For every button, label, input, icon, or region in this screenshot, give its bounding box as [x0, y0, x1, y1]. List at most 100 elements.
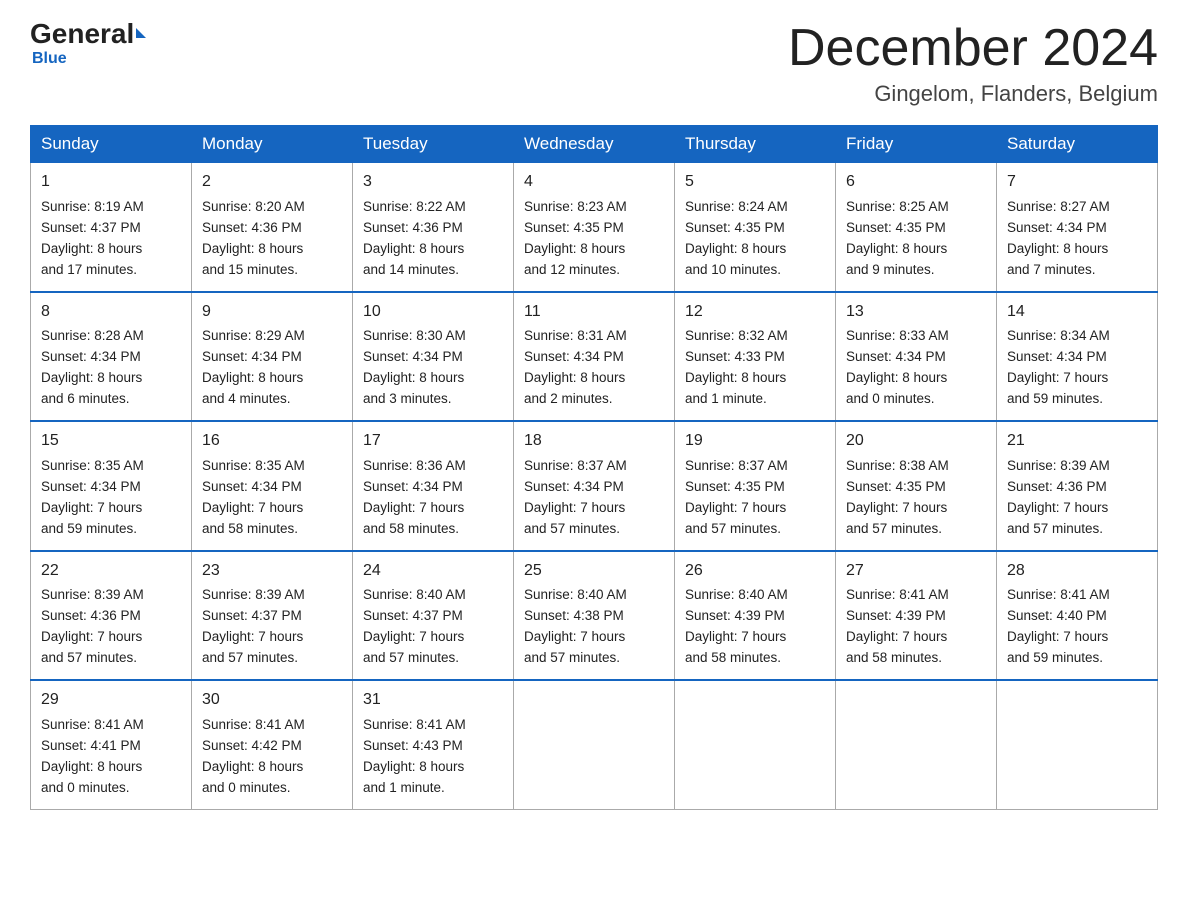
calendar-cell: 11Sunrise: 8:31 AM Sunset: 4:34 PM Dayli…	[514, 292, 675, 421]
day-number: 24	[363, 559, 503, 584]
day-number: 1	[41, 170, 181, 195]
location-title: Gingelom, Flanders, Belgium	[788, 81, 1158, 107]
day-info: Sunrise: 8:25 AM Sunset: 4:35 PM Dayligh…	[846, 197, 986, 281]
day-number: 19	[685, 429, 825, 454]
calendar-cell: 5Sunrise: 8:24 AM Sunset: 4:35 PM Daylig…	[675, 163, 836, 292]
day-number: 26	[685, 559, 825, 584]
weekday-header-row: SundayMondayTuesdayWednesdayThursdayFrid…	[31, 126, 1158, 163]
calendar-cell: 8Sunrise: 8:28 AM Sunset: 4:34 PM Daylig…	[31, 292, 192, 421]
calendar-cell: 16Sunrise: 8:35 AM Sunset: 4:34 PM Dayli…	[192, 421, 353, 550]
day-info: Sunrise: 8:34 AM Sunset: 4:34 PM Dayligh…	[1007, 326, 1147, 410]
day-number: 13	[846, 300, 986, 325]
calendar-cell: 31Sunrise: 8:41 AM Sunset: 4:43 PM Dayli…	[353, 680, 514, 809]
weekday-header-sunday: Sunday	[31, 126, 192, 163]
logo-text: General	[30, 20, 146, 48]
calendar-cell: 19Sunrise: 8:37 AM Sunset: 4:35 PM Dayli…	[675, 421, 836, 550]
day-info: Sunrise: 8:35 AM Sunset: 4:34 PM Dayligh…	[202, 456, 342, 540]
weekday-header-friday: Friday	[836, 126, 997, 163]
day-info: Sunrise: 8:22 AM Sunset: 4:36 PM Dayligh…	[363, 197, 503, 281]
weekday-header-thursday: Thursday	[675, 126, 836, 163]
page-header: General Blue December 2024 Gingelom, Fla…	[30, 20, 1158, 107]
day-info: Sunrise: 8:41 AM Sunset: 4:41 PM Dayligh…	[41, 715, 181, 799]
day-number: 4	[524, 170, 664, 195]
logo-blue-text: Blue	[32, 50, 67, 68]
week-row-1: 1Sunrise: 8:19 AM Sunset: 4:37 PM Daylig…	[31, 163, 1158, 292]
day-number: 20	[846, 429, 986, 454]
calendar-cell: 6Sunrise: 8:25 AM Sunset: 4:35 PM Daylig…	[836, 163, 997, 292]
day-number: 15	[41, 429, 181, 454]
day-number: 18	[524, 429, 664, 454]
day-number: 10	[363, 300, 503, 325]
calendar-cell: 18Sunrise: 8:37 AM Sunset: 4:34 PM Dayli…	[514, 421, 675, 550]
day-number: 5	[685, 170, 825, 195]
day-info: Sunrise: 8:40 AM Sunset: 4:39 PM Dayligh…	[685, 585, 825, 669]
day-number: 17	[363, 429, 503, 454]
day-number: 22	[41, 559, 181, 584]
day-number: 29	[41, 688, 181, 713]
day-info: Sunrise: 8:29 AM Sunset: 4:34 PM Dayligh…	[202, 326, 342, 410]
calendar-cell: 27Sunrise: 8:41 AM Sunset: 4:39 PM Dayli…	[836, 551, 997, 680]
week-row-5: 29Sunrise: 8:41 AM Sunset: 4:41 PM Dayli…	[31, 680, 1158, 809]
day-info: Sunrise: 8:41 AM Sunset: 4:40 PM Dayligh…	[1007, 585, 1147, 669]
calendar-cell: 9Sunrise: 8:29 AM Sunset: 4:34 PM Daylig…	[192, 292, 353, 421]
calendar-cell: 1Sunrise: 8:19 AM Sunset: 4:37 PM Daylig…	[31, 163, 192, 292]
calendar-table: SundayMondayTuesdayWednesdayThursdayFrid…	[30, 125, 1158, 809]
calendar-cell: 21Sunrise: 8:39 AM Sunset: 4:36 PM Dayli…	[997, 421, 1158, 550]
day-number: 3	[363, 170, 503, 195]
day-number: 6	[846, 170, 986, 195]
calendar-cell: 17Sunrise: 8:36 AM Sunset: 4:34 PM Dayli…	[353, 421, 514, 550]
calendar-cell: 15Sunrise: 8:35 AM Sunset: 4:34 PM Dayli…	[31, 421, 192, 550]
month-title: December 2024	[788, 20, 1158, 77]
calendar-cell: 12Sunrise: 8:32 AM Sunset: 4:33 PM Dayli…	[675, 292, 836, 421]
weekday-header-wednesday: Wednesday	[514, 126, 675, 163]
calendar-cell	[836, 680, 997, 809]
day-info: Sunrise: 8:40 AM Sunset: 4:37 PM Dayligh…	[363, 585, 503, 669]
day-info: Sunrise: 8:39 AM Sunset: 4:37 PM Dayligh…	[202, 585, 342, 669]
week-row-3: 15Sunrise: 8:35 AM Sunset: 4:34 PM Dayli…	[31, 421, 1158, 550]
day-number: 31	[363, 688, 503, 713]
calendar-cell: 14Sunrise: 8:34 AM Sunset: 4:34 PM Dayli…	[997, 292, 1158, 421]
day-info: Sunrise: 8:36 AM Sunset: 4:34 PM Dayligh…	[363, 456, 503, 540]
title-area: December 2024 Gingelom, Flanders, Belgiu…	[788, 20, 1158, 107]
calendar-cell	[514, 680, 675, 809]
day-number: 23	[202, 559, 342, 584]
day-number: 14	[1007, 300, 1147, 325]
day-info: Sunrise: 8:38 AM Sunset: 4:35 PM Dayligh…	[846, 456, 986, 540]
day-number: 7	[1007, 170, 1147, 195]
day-info: Sunrise: 8:41 AM Sunset: 4:43 PM Dayligh…	[363, 715, 503, 799]
calendar-cell: 28Sunrise: 8:41 AM Sunset: 4:40 PM Dayli…	[997, 551, 1158, 680]
calendar-cell: 24Sunrise: 8:40 AM Sunset: 4:37 PM Dayli…	[353, 551, 514, 680]
day-number: 28	[1007, 559, 1147, 584]
weekday-header-saturday: Saturday	[997, 126, 1158, 163]
day-info: Sunrise: 8:27 AM Sunset: 4:34 PM Dayligh…	[1007, 197, 1147, 281]
calendar-cell: 30Sunrise: 8:41 AM Sunset: 4:42 PM Dayli…	[192, 680, 353, 809]
day-info: Sunrise: 8:35 AM Sunset: 4:34 PM Dayligh…	[41, 456, 181, 540]
day-info: Sunrise: 8:39 AM Sunset: 4:36 PM Dayligh…	[1007, 456, 1147, 540]
calendar-cell: 26Sunrise: 8:40 AM Sunset: 4:39 PM Dayli…	[675, 551, 836, 680]
weekday-header-monday: Monday	[192, 126, 353, 163]
calendar-cell: 2Sunrise: 8:20 AM Sunset: 4:36 PM Daylig…	[192, 163, 353, 292]
day-info: Sunrise: 8:28 AM Sunset: 4:34 PM Dayligh…	[41, 326, 181, 410]
calendar-cell: 25Sunrise: 8:40 AM Sunset: 4:38 PM Dayli…	[514, 551, 675, 680]
calendar-cell: 23Sunrise: 8:39 AM Sunset: 4:37 PM Dayli…	[192, 551, 353, 680]
logo-triangle-icon	[136, 28, 146, 38]
calendar-cell: 29Sunrise: 8:41 AM Sunset: 4:41 PM Dayli…	[31, 680, 192, 809]
day-number: 21	[1007, 429, 1147, 454]
day-number: 2	[202, 170, 342, 195]
calendar-cell: 10Sunrise: 8:30 AM Sunset: 4:34 PM Dayli…	[353, 292, 514, 421]
day-info: Sunrise: 8:33 AM Sunset: 4:34 PM Dayligh…	[846, 326, 986, 410]
day-info: Sunrise: 8:20 AM Sunset: 4:36 PM Dayligh…	[202, 197, 342, 281]
day-info: Sunrise: 8:37 AM Sunset: 4:34 PM Dayligh…	[524, 456, 664, 540]
calendar-cell: 7Sunrise: 8:27 AM Sunset: 4:34 PM Daylig…	[997, 163, 1158, 292]
calendar-cell: 22Sunrise: 8:39 AM Sunset: 4:36 PM Dayli…	[31, 551, 192, 680]
day-number: 11	[524, 300, 664, 325]
logo: General Blue	[30, 20, 146, 68]
day-number: 9	[202, 300, 342, 325]
calendar-cell: 13Sunrise: 8:33 AM Sunset: 4:34 PM Dayli…	[836, 292, 997, 421]
calendar-cell	[675, 680, 836, 809]
day-info: Sunrise: 8:40 AM Sunset: 4:38 PM Dayligh…	[524, 585, 664, 669]
day-info: Sunrise: 8:39 AM Sunset: 4:36 PM Dayligh…	[41, 585, 181, 669]
day-info: Sunrise: 8:31 AM Sunset: 4:34 PM Dayligh…	[524, 326, 664, 410]
week-row-2: 8Sunrise: 8:28 AM Sunset: 4:34 PM Daylig…	[31, 292, 1158, 421]
day-number: 25	[524, 559, 664, 584]
